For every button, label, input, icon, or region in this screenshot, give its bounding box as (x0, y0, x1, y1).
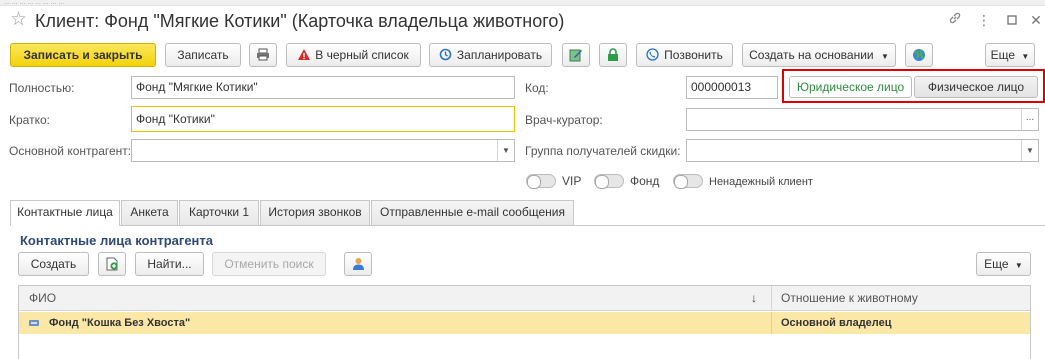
lock-icon (608, 48, 618, 61)
blacklist-label: В черный список (315, 48, 409, 62)
tab-call-history[interactable]: История звонков (260, 200, 370, 225)
edit-attributes-button[interactable] (562, 43, 590, 67)
unreliable-client-switch[interactable] (673, 174, 703, 189)
table-header: ФИО ↓ Отношение к животному (19, 286, 1030, 311)
printer-icon (257, 48, 269, 61)
tab-contacts[interactable]: Контактные лица (10, 200, 120, 226)
schedule-label: Запланировать (456, 48, 543, 62)
tab-cards[interactable]: Карточки 1 (179, 200, 259, 225)
column-divider (771, 286, 772, 311)
contacts-more-button[interactable]: Еще ▼ (976, 252, 1031, 276)
more-button[interactable]: Еще ▼ (985, 43, 1035, 67)
short-name-label: Кратко: (9, 113, 50, 127)
link-icon[interactable] (946, 11, 964, 29)
blacklist-button[interactable]: В черный список (286, 43, 421, 67)
vet-curator-label: Врач-куратор: (525, 113, 603, 127)
full-name-label: Полностью: (9, 81, 75, 95)
vip-label: VIP (562, 174, 582, 188)
chevron-down-icon[interactable]: ▼ (497, 140, 514, 161)
tab-bar-line (10, 225, 1045, 226)
discount-group-select[interactable]: ▼ (686, 139, 1039, 162)
main-contractor-label: Основной контрагент: (9, 144, 132, 158)
chevron-down-icon: ▼ (880, 52, 889, 61)
fund-switch[interactable] (594, 174, 624, 189)
chevron-down-icon[interactable]: ▼ (1021, 140, 1038, 161)
tab-questionnaire[interactable]: Анкета (121, 200, 178, 225)
code-input[interactable]: 000000013 (686, 76, 778, 99)
column-divider (771, 312, 772, 334)
globe-button[interactable] (905, 43, 933, 67)
maximize-icon[interactable] (1003, 11, 1021, 29)
chevron-down-icon: ▼ (1021, 52, 1030, 61)
code-label: Код: (525, 81, 549, 95)
refresh-clock-icon (439, 49, 452, 61)
short-name-input[interactable]: Фонд "Котики" (131, 106, 515, 132)
fund-label: Фонд (630, 174, 660, 188)
main-contractor-select[interactable]: ▼ (131, 139, 515, 162)
legal-entity-toggle[interactable]: Юридическое лицо (789, 76, 912, 98)
document-edit-icon (569, 49, 582, 62)
create-based-on-button[interactable]: Создать на основании ▼ (742, 43, 896, 67)
chevron-down-icon: ▼ (1014, 261, 1023, 270)
close-icon[interactable]: ✕ (1027, 11, 1045, 29)
vet-curator-input[interactable]: ... (686, 108, 1039, 131)
save-button[interactable]: Записать (165, 43, 241, 67)
person-button[interactable] (344, 252, 372, 276)
create-contact-button[interactable]: Создать (18, 252, 89, 276)
globe-icon (913, 48, 925, 61)
create-based-on-label: Создать на основании (749, 48, 874, 62)
tab-sent-emails[interactable]: Отправленные e-mail сообщения (371, 200, 574, 225)
add-copy-button[interactable] (98, 252, 126, 276)
more-label: Еще (990, 48, 1016, 62)
person-icon (352, 257, 364, 270)
individual-toggle[interactable]: Физическое лицо (914, 76, 1038, 98)
table-row[interactable]: Фонд "Кошка Без Хвоста" Основной владеле… (19, 312, 1030, 334)
add-document-icon (106, 257, 118, 271)
top-strip: ... ... ... ... ... ... ... ... (0, 0, 1045, 6)
window-title: Клиент: Фонд "Мягкие Котики" (Карточка в… (35, 11, 565, 31)
more-vertical-icon[interactable]: ⋮ (975, 11, 993, 29)
full-name-input[interactable]: Фонд "Мягкие Котики" (131, 76, 515, 99)
row-item-icon (29, 320, 39, 326)
warning-icon (298, 48, 311, 60)
cancel-search-button[interactable]: Отменить поиск (212, 252, 326, 276)
find-button[interactable]: Найти... (135, 252, 204, 276)
save-and-close-button[interactable]: Записать и закрыть (10, 43, 156, 67)
favorite-star-icon[interactable]: ☆ (10, 10, 27, 30)
column-header-relation[interactable]: Отношение к животному (781, 286, 918, 310)
column-header-name[interactable]: ФИО (29, 286, 56, 310)
sort-arrow-icon: ↓ (751, 291, 757, 305)
select-ellipsis-icon[interactable]: ... (1021, 109, 1038, 130)
vip-switch[interactable] (526, 174, 556, 189)
contacts-section-title: Контактные лица контрагента (20, 233, 213, 248)
discount-group-label: Группа получателей скидки: (525, 144, 681, 158)
row-name-cell: Фонд "Кошка Без Хвоста" (49, 317, 191, 329)
contacts-table: ФИО ↓ Отношение к животному Фонд "Кошка … (18, 285, 1031, 359)
call-button[interactable]: Позвонить (636, 43, 733, 67)
contacts-more-label: Еще (984, 257, 1009, 271)
schedule-button[interactable]: Запланировать (429, 43, 552, 67)
unreliable-client-label: Ненадежный клиент (709, 176, 813, 188)
lock-button[interactable] (599, 43, 627, 67)
call-label: Позвонить (664, 48, 723, 62)
phone-icon (646, 48, 659, 61)
row-relation-cell: Основной владелец (781, 317, 892, 329)
print-button[interactable] (249, 43, 277, 67)
